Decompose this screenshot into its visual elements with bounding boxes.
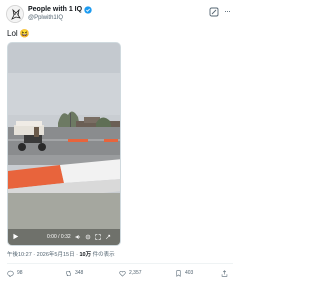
video-time: 0:00 / 0:32 bbox=[47, 233, 71, 240]
play-icon[interactable] bbox=[12, 233, 19, 240]
author-row[interactable]: People with 1 IQ bbox=[28, 6, 92, 14]
action-bar: 98 348 2,357 403 bbox=[7, 270, 235, 280]
fullscreen-icon[interactable] bbox=[94, 233, 101, 240]
video-frame bbox=[8, 43, 120, 245]
more-options-icon[interactable]: ··· bbox=[224, 6, 231, 16]
video-player[interactable]: 0:00 / 0:32 bbox=[7, 42, 121, 246]
divider bbox=[7, 263, 233, 264]
repost-count: 348 bbox=[75, 270, 84, 276]
author-name[interactable]: People with 1 IQ bbox=[28, 6, 82, 14]
tweet-meta: 午後10:27 · 2026年5月15日 · 10万 件の表示 bbox=[7, 252, 115, 259]
like-count: 2,357 bbox=[129, 270, 142, 276]
share-button[interactable] bbox=[221, 270, 228, 277]
avatar[interactable] bbox=[6, 5, 24, 23]
repost-button[interactable]: 348 bbox=[65, 270, 83, 277]
expand-icon[interactable] bbox=[105, 234, 111, 240]
volume-icon[interactable] bbox=[75, 234, 81, 240]
reply-count: 98 bbox=[17, 270, 23, 276]
tweet-text: Lol 😆 bbox=[7, 29, 30, 38]
repost-icon bbox=[66, 270, 71, 277]
heart-icon bbox=[119, 271, 126, 277]
reply-button[interactable]: 98 bbox=[7, 270, 23, 277]
bookmark-button[interactable]: 403 bbox=[175, 270, 193, 277]
video-controls: 0:00 / 0:32 bbox=[8, 228, 120, 245]
bookmark-count: 403 bbox=[185, 270, 194, 276]
like-button[interactable]: 2,357 bbox=[119, 270, 142, 277]
view-count: 10万 bbox=[79, 252, 92, 258]
timestamp[interactable]: 午後10:27 · 2026年5月15日 · bbox=[7, 252, 79, 258]
view-label: 件の表示 bbox=[91, 252, 115, 258]
bookmark-icon bbox=[176, 270, 181, 277]
grok-icon[interactable] bbox=[209, 7, 219, 17]
author-handle[interactable]: @Pplwith1IQ bbox=[28, 15, 63, 22]
tweet-header: People with 1 IQ @Pplwith1IQ ··· bbox=[6, 5, 234, 25]
verified-badge-icon bbox=[84, 6, 92, 14]
share-icon bbox=[221, 270, 228, 277]
reply-icon bbox=[7, 270, 14, 277]
settings-icon[interactable] bbox=[85, 234, 91, 240]
